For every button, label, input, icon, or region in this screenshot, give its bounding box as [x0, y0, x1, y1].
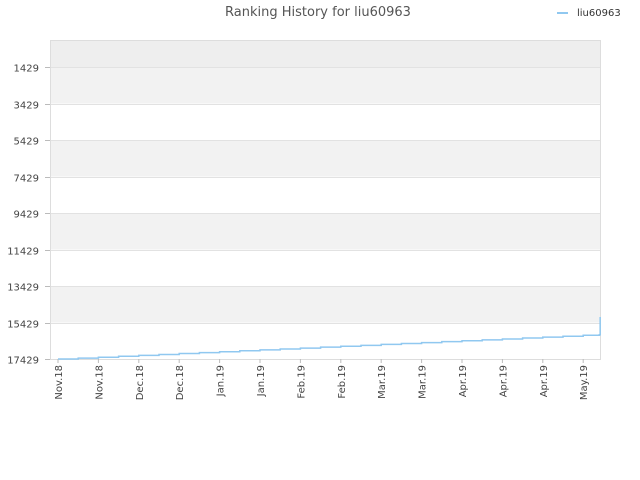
plot-band: [50, 249, 600, 286]
x-tick-label: Jan.19: [216, 365, 227, 397]
x-tick-label: Feb.19: [296, 365, 307, 399]
plot-band: [50, 286, 600, 323]
y-tick-label: 1429: [14, 64, 39, 75]
y-axis: 1429 3429 5429 7429 9429 11429 13429 15429 17429: [7, 64, 50, 367]
x-tick-label: Mar.19: [377, 365, 388, 399]
plot-band: [50, 213, 600, 250]
y-tick-label: 9429: [14, 210, 39, 221]
x-tick-label: Dec.18: [135, 365, 146, 400]
ranking-chart: Ranking History for liu60963 liu60963 14…: [7, 5, 621, 400]
y-tick-label: 17429: [7, 356, 39, 367]
x-tick-label: Feb.19: [337, 365, 348, 399]
y-tick-label: 7429: [14, 174, 39, 185]
plot-bands: [50, 40, 600, 359]
plot-band: [50, 67, 600, 104]
y-tick-label: 13429: [7, 283, 39, 294]
x-tick-label: May.19: [579, 365, 590, 400]
plot-band: [50, 40, 600, 67]
y-tick-label: 3429: [14, 101, 39, 112]
x-tick-label: Nov.18: [94, 365, 105, 400]
x-tick-label: Apr.19: [539, 365, 550, 397]
x-tick-label: Jan.19: [256, 365, 267, 397]
x-tick-label: Apr.19: [498, 365, 509, 397]
plot-band: [50, 103, 600, 140]
x-tick-label: Nov.18: [54, 365, 65, 400]
x-tick-label: Apr.19: [458, 365, 469, 397]
legend[interactable]: liu60963: [557, 8, 621, 19]
legend-label: liu60963: [577, 8, 621, 19]
x-tick-label: Mar.19: [418, 365, 429, 399]
x-axis: Nov.18 Nov.18 Dec.18 Dec.18 Jan.19 Jan.19 Feb.…: [54, 359, 590, 400]
plot-band: [50, 140, 600, 177]
y-tick-label: 5429: [14, 137, 39, 148]
plot-band: [50, 322, 600, 359]
plot-band: [50, 176, 600, 213]
x-tick-label: Dec.18: [175, 365, 186, 400]
y-tick-label: 11429: [7, 247, 39, 258]
chart-title: Ranking History for liu60963: [225, 5, 411, 20]
y-tick-label: 15429: [7, 320, 39, 331]
